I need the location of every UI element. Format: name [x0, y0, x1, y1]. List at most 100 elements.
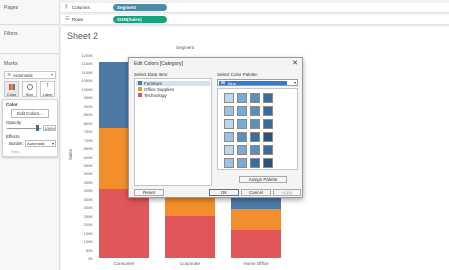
palette-swatch[interactable]: [263, 132, 273, 142]
palette-swatch[interactable]: [224, 119, 234, 129]
label-mark-label: Label: [42, 92, 53, 97]
size-icon: [27, 84, 33, 90]
opacity-slider-handle[interactable]: [36, 125, 39, 131]
sheet-title: Sheet 2: [67, 31, 99, 41]
mark-type-select[interactable]: ≋ Automatic ▾: [4, 71, 56, 79]
dialog-title: Edit Colors [Category]: [134, 61, 183, 67]
y-tick-label: 900K: [83, 103, 93, 109]
palette-swatch[interactable]: [263, 93, 273, 103]
palette-swatch[interactable]: [237, 93, 247, 103]
y-tick-label: 350K: [83, 196, 93, 202]
filters-card: Filters: [0, 26, 60, 54]
opacity-value[interactable]: 100%: [43, 125, 56, 131]
assign-palette-button[interactable]: Assign Palette: [239, 176, 287, 183]
y-tick-label: 650K: [83, 146, 93, 152]
data-item-list[interactable]: Furniture Office Supplies Technology: [134, 78, 212, 186]
list-item[interactable]: Technology: [136, 93, 210, 98]
select-data-item-label: Select Data Item:: [134, 72, 169, 77]
palette-swatch[interactable]: [224, 132, 234, 142]
y-tick-label: 550K: [83, 162, 93, 168]
palette-label: Select Color Palette:: [217, 72, 259, 77]
y-tick-label: 500K: [83, 171, 93, 177]
ok-button[interactable]: OK: [209, 189, 239, 196]
bar-segment[interactable]: [231, 208, 281, 230]
y-tick-label: 1100K: [81, 69, 93, 75]
palette-swatch[interactable]: [237, 145, 247, 155]
palette-swatch[interactable]: [224, 158, 234, 168]
color-mark-button[interactable]: Color: [4, 81, 19, 97]
y-tick-label: 750K: [83, 129, 93, 135]
y-tick-label: 0K: [88, 256, 93, 261]
columns-shelf[interactable]: ⫼ Columns Segment: [61, 3, 449, 13]
close-icon[interactable]: ✕: [292, 59, 298, 67]
category-label: Corporate: [179, 261, 200, 266]
palette-swatch[interactable]: [250, 158, 260, 168]
bar-segment[interactable]: [99, 189, 149, 258]
palette-swatch[interactable]: [263, 145, 273, 155]
chevron-down-icon: ▾: [293, 80, 296, 85]
palette-swatch[interactable]: [263, 158, 273, 168]
palette-swatch[interactable]: [224, 106, 234, 116]
palette-swatch[interactable]: [250, 119, 260, 129]
columns-label: Columns: [72, 5, 90, 10]
filters-title: Filters: [4, 31, 18, 37]
rows-shelf[interactable]: ☰ Rows SUM(Sales): [61, 15, 449, 25]
column-header: Segment: [176, 45, 195, 50]
palette-swatch[interactable]: [263, 119, 273, 129]
label-mark-button[interactable]: T Label: [40, 81, 55, 97]
palette-preview-icon: [221, 81, 225, 84]
palette-select-value: Blue: [228, 81, 237, 86]
bar-segment[interactable]: [165, 216, 215, 258]
border-select-value: Automatic: [27, 141, 45, 146]
border-select[interactable]: Automatic ▾: [25, 140, 56, 147]
list-item[interactable]: Office Supplies: [136, 87, 210, 92]
item-label: Office Supplies: [144, 87, 175, 92]
y-tick-label: 200K: [83, 222, 93, 228]
list-item[interactable]: Furniture: [136, 81, 210, 86]
palette-swatch[interactable]: [250, 106, 260, 116]
reset-button[interactable]: Reset: [134, 189, 164, 196]
y-tick-label: 1150K: [81, 61, 93, 67]
palette-swatch[interactable]: [237, 132, 247, 142]
segment-pill[interactable]: Segment: [113, 4, 167, 11]
palette-swatch[interactable]: [237, 158, 247, 168]
palette-swatch[interactable]: [224, 145, 234, 155]
y-tick-label: 600K: [83, 154, 93, 160]
palette-swatch[interactable]: [237, 106, 247, 116]
y-tick-label: 300K: [83, 205, 93, 211]
mark-type-value: Automatic: [13, 73, 34, 78]
pages-title: Pages: [4, 5, 19, 11]
label-icon: T: [46, 83, 50, 89]
item-swatch: [138, 87, 142, 91]
y-tick-label: 150K: [83, 230, 93, 236]
item-label: Technology: [144, 93, 167, 98]
item-label: Furniture: [144, 81, 163, 86]
palette-swatch[interactable]: [250, 93, 260, 103]
rows-icon: ☰: [65, 16, 70, 22]
y-tick-label: 450K: [83, 179, 93, 185]
palette-swatch[interactable]: [237, 119, 247, 129]
palette-select[interactable]: Blue ▾: [217, 79, 298, 86]
palette-swatch[interactable]: [250, 132, 260, 142]
border-label: Border:: [9, 141, 24, 146]
marks-card: Marks ≋ Automatic ▾ Color Size T Label C…: [0, 55, 60, 270]
size-mark-button[interactable]: Size: [22, 81, 37, 97]
color-section-title: Color: [6, 102, 18, 107]
item-swatch: [138, 81, 142, 85]
y-tick-label: 950K: [83, 95, 93, 101]
category-label: Consumer: [113, 261, 135, 266]
chevron-down-icon: ▾: [51, 141, 54, 146]
palette-swatch[interactable]: [224, 93, 234, 103]
sum-sales-pill[interactable]: SUM(Sales): [113, 16, 167, 23]
y-tick-label: 400K: [83, 188, 93, 194]
pages-card: Pages: [0, 0, 60, 25]
apply-button[interactable]: Apply: [273, 189, 301, 196]
palette-swatch[interactable]: [250, 145, 260, 155]
bar-segment[interactable]: [231, 229, 281, 258]
palette-grid: [217, 88, 298, 170]
mark-type-icon: ≋: [7, 72, 12, 78]
item-swatch: [138, 93, 142, 97]
palette-swatch[interactable]: [263, 106, 273, 116]
cancel-button[interactable]: Cancel: [241, 189, 271, 196]
edit-colors-button[interactable]: Edit Colors...: [11, 109, 49, 118]
